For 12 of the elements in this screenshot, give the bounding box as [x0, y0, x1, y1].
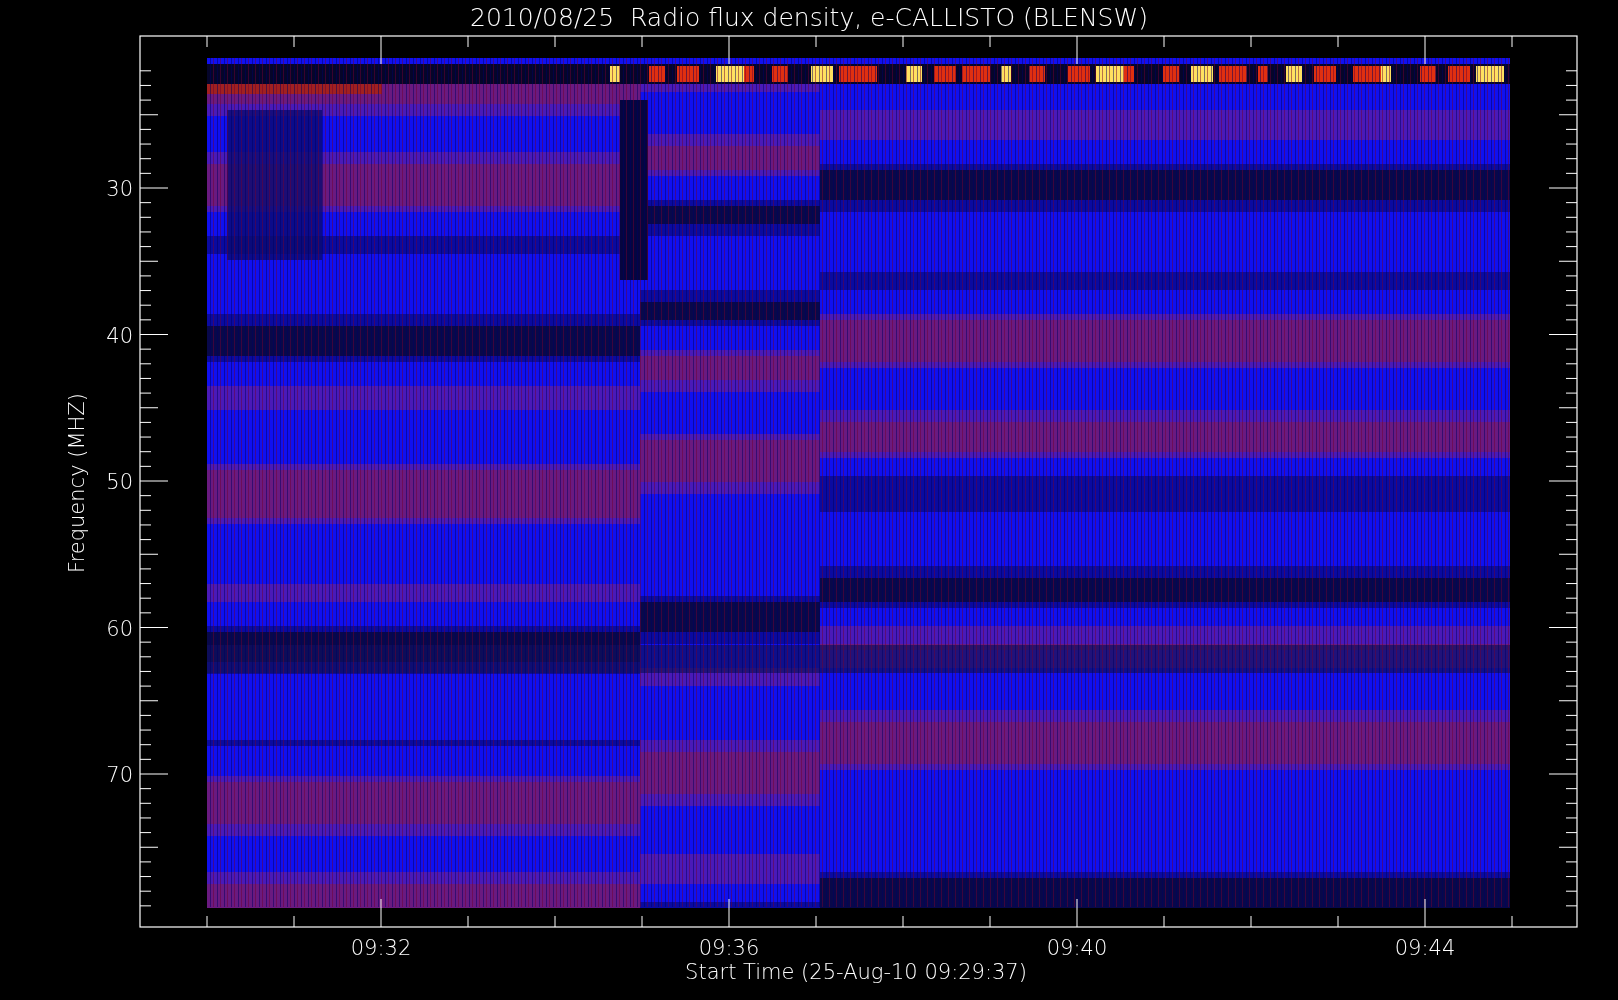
y-tick-label: 60	[106, 616, 133, 641]
y-tick-label: 30	[106, 177, 133, 201]
y-axis-label: Frequency (MHZ)	[65, 393, 89, 573]
x-axis-label: Start Time (25-Aug-10 09:29:37)	[685, 960, 1027, 984]
y-tick-label: 50	[106, 470, 133, 494]
y-tick-label: 40	[106, 323, 133, 348]
x-tick-label: 09:44	[1394, 936, 1456, 960]
x-tick-label: 09:36	[698, 936, 760, 960]
y-tick-label: 70	[106, 763, 133, 787]
x-tick-label: 09:32	[350, 936, 412, 960]
x-tick-label: 09:40	[1046, 936, 1108, 960]
chart-title: 2010/08/25 Radio flux density, e-CALLISTO (BLENSW)	[470, 3, 1148, 32]
